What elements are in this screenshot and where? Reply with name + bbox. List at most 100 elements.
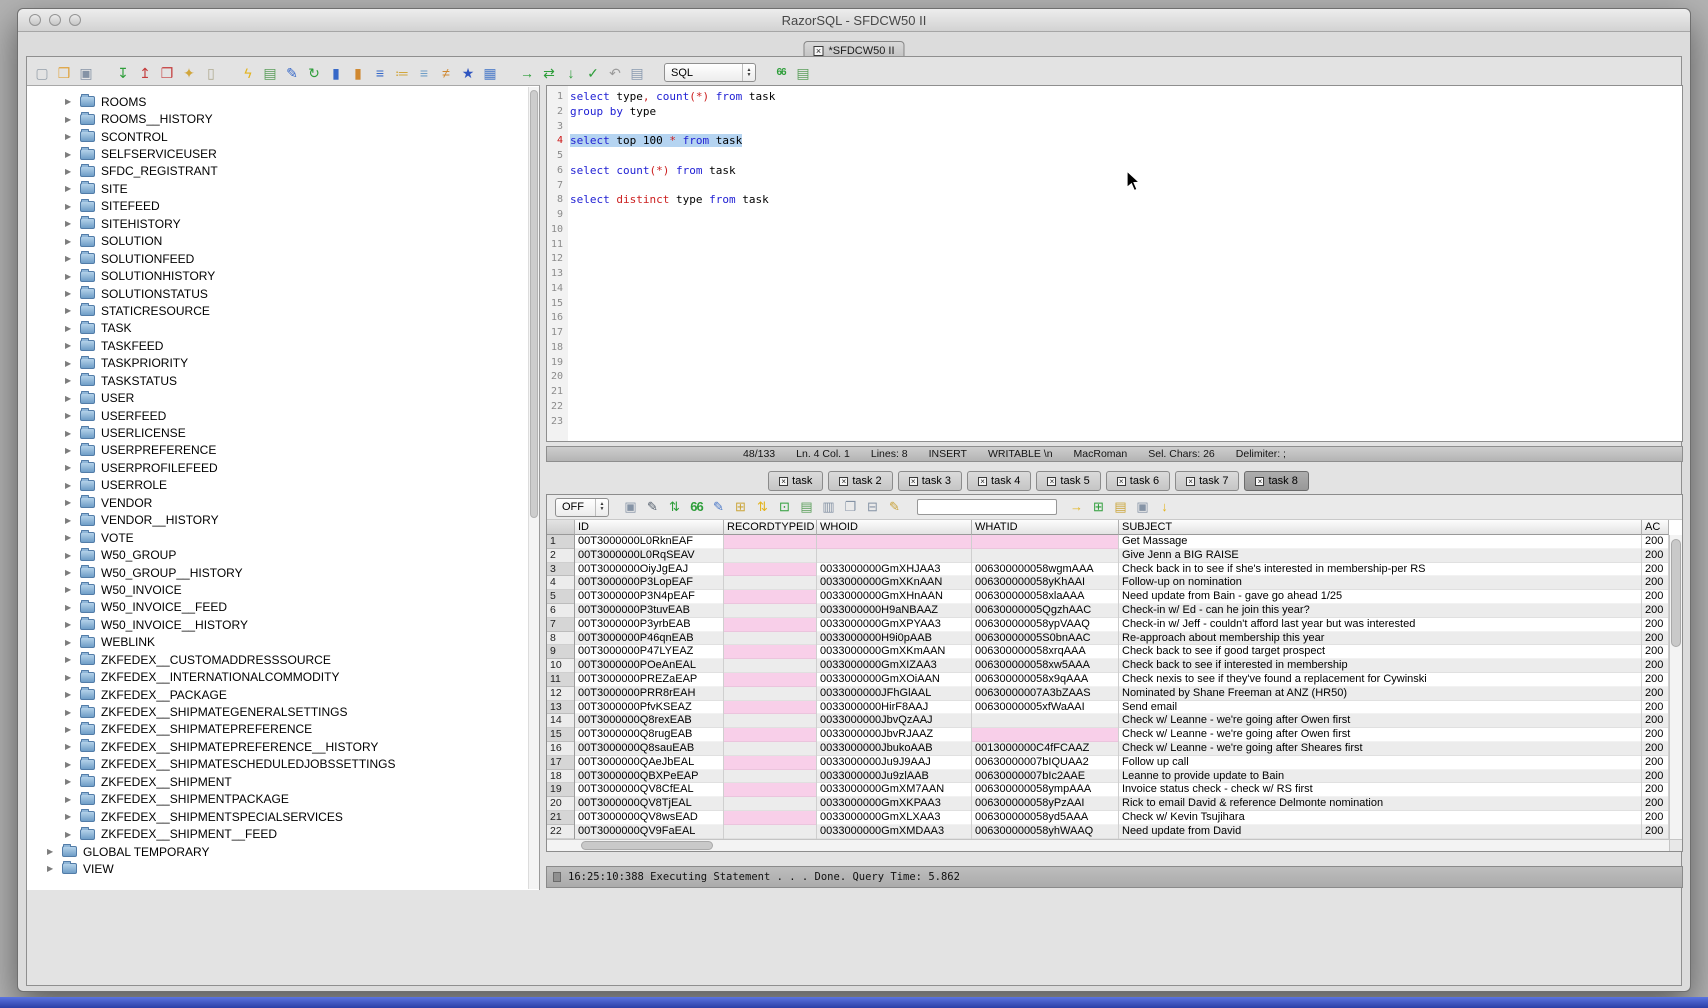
tree-item[interactable]: ▶TASK xyxy=(27,320,539,337)
result-tab-task-3[interactable]: ×task 3 xyxy=(898,471,962,491)
table-row[interactable]: 900T3000000P47LYEAZ0033000000GmXKmAAN006… xyxy=(547,645,1682,659)
disclosure-triangle-icon[interactable]: ▶ xyxy=(65,150,77,159)
disclosure-triangle-icon[interactable]: ▶ xyxy=(65,830,77,839)
tree-item[interactable]: ▶ZKFEDEX__SHIPMATEGENERALSETTINGS xyxy=(27,703,539,720)
disclosure-triangle-icon[interactable]: ▶ xyxy=(65,97,77,106)
tree-item[interactable]: ▶ZKFEDEX__SHIPMATEPREFERENCE xyxy=(27,721,539,738)
copy-table-grid-icon[interactable]: ⊟ xyxy=(864,498,881,516)
disclosure-triangle-icon[interactable]: ▶ xyxy=(65,184,77,193)
tree-item[interactable]: ▶USERPREFERENCE xyxy=(27,442,539,459)
disclosure-triangle-icon[interactable]: ▶ xyxy=(65,272,77,281)
outdent-icon[interactable]: ≠ xyxy=(437,64,455,82)
edit-sql-icon[interactable]: ✎ xyxy=(283,64,301,82)
go-icon[interactable]: → xyxy=(518,64,536,82)
tree-item[interactable]: ▶WEBLINK xyxy=(27,634,539,651)
disclosure-triangle-icon[interactable]: ▶ xyxy=(47,847,59,856)
reload-table-icon[interactable]: ⊡ xyxy=(776,498,793,516)
disclosure-triangle-icon[interactable]: ▶ xyxy=(65,498,77,507)
tree-item[interactable]: ▶ZKFEDEX__SHIPMATESCHEDULEDJOBSSETTINGS xyxy=(27,756,539,773)
editor-line[interactable]: 14 xyxy=(547,282,1682,297)
tree-item[interactable]: ▶SELFSERVICEUSER xyxy=(27,145,539,162)
disclosure-triangle-icon[interactable]: ▶ xyxy=(65,655,77,664)
disclosure-triangle-icon[interactable]: ▶ xyxy=(65,638,77,647)
table-row[interactable]: 100T3000000L0RknEAFGet Massage200 xyxy=(547,535,1682,549)
disclosure-triangle-icon[interactable]: ▶ xyxy=(65,760,77,769)
copy-results-icon[interactable]: ❐ xyxy=(842,498,859,516)
tab-close-icon[interactable]: × xyxy=(1047,477,1056,486)
tree-item[interactable]: ▶W50_GROUP__HISTORY xyxy=(27,564,539,581)
table-row[interactable]: 800T3000000P46qnEAB0033000000H9i0pAAB006… xyxy=(547,632,1682,646)
new-object-icon[interactable]: ✦ xyxy=(180,64,198,82)
table-row[interactable]: 1100T3000000PREZaEAP0033000000GmXOiAAN00… xyxy=(547,673,1682,687)
disclosure-triangle-icon[interactable]: ▶ xyxy=(65,115,77,124)
favorites-star-icon[interactable]: ★ xyxy=(459,64,477,82)
editor-line[interactable]: 23 xyxy=(547,415,1682,430)
tree-item[interactable]: ▶STATICRESOURCE xyxy=(27,302,539,319)
tree-item[interactable]: ▶USER xyxy=(27,389,539,406)
disclosure-triangle-icon[interactable]: ▶ xyxy=(65,742,77,751)
column-header-rownum[interactable] xyxy=(547,520,575,535)
sort-updown-icon[interactable]: ⇅ xyxy=(754,498,771,516)
editor-line[interactable]: 3 xyxy=(547,120,1682,135)
tree-item[interactable]: ▶VENDOR xyxy=(27,494,539,511)
page-view-icon[interactable]: ▥ xyxy=(820,498,837,516)
tree-item[interactable]: ▶USERFEED xyxy=(27,407,539,424)
result-tab-task-6[interactable]: ×task 6 xyxy=(1106,471,1170,491)
filter-sort-icon[interactable]: ✎ xyxy=(644,498,661,516)
disclosure-triangle-icon[interactable]: ▶ xyxy=(65,551,77,560)
table-row[interactable]: 1000T3000000POeAnEAL0033000000GmXIZAA300… xyxy=(547,659,1682,673)
tab-close-icon[interactable]: × xyxy=(978,477,987,486)
disclosure-triangle-icon[interactable]: ▶ xyxy=(65,376,77,385)
tree-item[interactable]: ▶W50_GROUP xyxy=(27,546,539,563)
notes-edit-icon[interactable]: ▤ xyxy=(1112,498,1129,516)
go-next-icon[interactable]: → xyxy=(1068,498,1085,516)
disclosure-triangle-icon[interactable]: ▶ xyxy=(65,516,77,525)
table-row[interactable]: 2200T3000000QV9FaEAL0033000000GmXMDAA300… xyxy=(547,825,1682,839)
editor-line[interactable]: 13 xyxy=(547,267,1682,282)
disclosure-triangle-icon[interactable]: ▶ xyxy=(65,219,77,228)
table-star-icon[interactable]: ▦ xyxy=(481,64,499,82)
table-row[interactable]: 1600T3000000Q8sauEAB0033000000JbukoAAB00… xyxy=(547,742,1682,756)
editor-line[interactable]: 22 xyxy=(547,400,1682,415)
tree-item[interactable]: ▶GLOBAL TEMPORARY xyxy=(27,843,539,860)
tree-item[interactable]: ▶SOLUTIONHISTORY xyxy=(27,267,539,284)
column-header-WHOID[interactable]: WHOID xyxy=(817,520,972,535)
tree-item[interactable]: ▶SITEHISTORY xyxy=(27,215,539,232)
save-icon[interactable]: ▣ xyxy=(77,64,95,82)
disclosure-triangle-icon[interactable]: ▶ xyxy=(65,673,77,682)
editor-line[interactable]: 21 xyxy=(547,385,1682,400)
tree-item[interactable]: ▶ROOMS__HISTORY xyxy=(27,110,539,127)
tree-item[interactable]: ▶ZKFEDEX__SHIPMENTPACKAGE xyxy=(27,791,539,808)
tree-item[interactable]: ▶USERLICENSE xyxy=(27,424,539,441)
disclosure-triangle-icon[interactable]: ▶ xyxy=(65,289,77,298)
disclosure-triangle-icon[interactable]: ▶ xyxy=(65,132,77,141)
stepper-arrows-icon[interactable]: ▲▼ xyxy=(742,64,755,81)
tree-item[interactable]: ▶USERROLE xyxy=(27,477,539,494)
download-icon[interactable]: ↓ xyxy=(1156,498,1173,516)
tab-close-icon[interactable]: × xyxy=(779,477,788,486)
disclosure-triangle-icon[interactable]: ▶ xyxy=(65,481,77,490)
table-row[interactable]: 200T3000000L0RqSEAVGive Jenn a BIG RAISE… xyxy=(547,549,1682,563)
notes-icon[interactable]: ▤ xyxy=(628,64,646,82)
table-row[interactable]: 500T3000000P3N4pEAF0033000000GmXHnAAN006… xyxy=(547,590,1682,604)
tree-item[interactable]: ▶ZKFEDEX__SHIPMENT xyxy=(27,773,539,790)
disclosure-triangle-icon[interactable]: ▶ xyxy=(65,359,77,368)
disclosure-triangle-icon[interactable]: ▶ xyxy=(65,429,77,438)
result-tab-task-7[interactable]: ×task 7 xyxy=(1175,471,1239,491)
import-data-icon[interactable]: ↧ xyxy=(114,64,132,82)
tree-item[interactable]: ▶SFDC_REGISTRANT xyxy=(27,163,539,180)
tab-close-icon[interactable]: × xyxy=(839,477,848,486)
table-row[interactable]: 1800T3000000QBXPeEAP0033000000Ju9zlAAB00… xyxy=(547,770,1682,784)
editor-line[interactable]: 11 xyxy=(547,238,1682,253)
editor-line[interactable]: 20 xyxy=(547,370,1682,385)
table-row[interactable]: 1200T3000000PRR8rEAH0033000000JFhGlAAL00… xyxy=(547,687,1682,701)
tree-item[interactable]: ▶SCONTROL xyxy=(27,128,539,145)
editor-line[interactable]: 17 xyxy=(547,326,1682,341)
format-list-icon[interactable]: ≡ xyxy=(371,64,389,82)
results-horizontal-scrollbar[interactable] xyxy=(547,839,1669,851)
table-row[interactable]: 1700T3000000QAeJbEAL0033000000Ju9J9AAJ00… xyxy=(547,756,1682,770)
database-icon[interactable]: ▯ xyxy=(202,64,220,82)
tree-item[interactable]: ▶USERPROFILEFEED xyxy=(27,459,539,476)
disclosure-triangle-icon[interactable]: ▶ xyxy=(65,394,77,403)
tree-item[interactable]: ▶SITE xyxy=(27,180,539,197)
